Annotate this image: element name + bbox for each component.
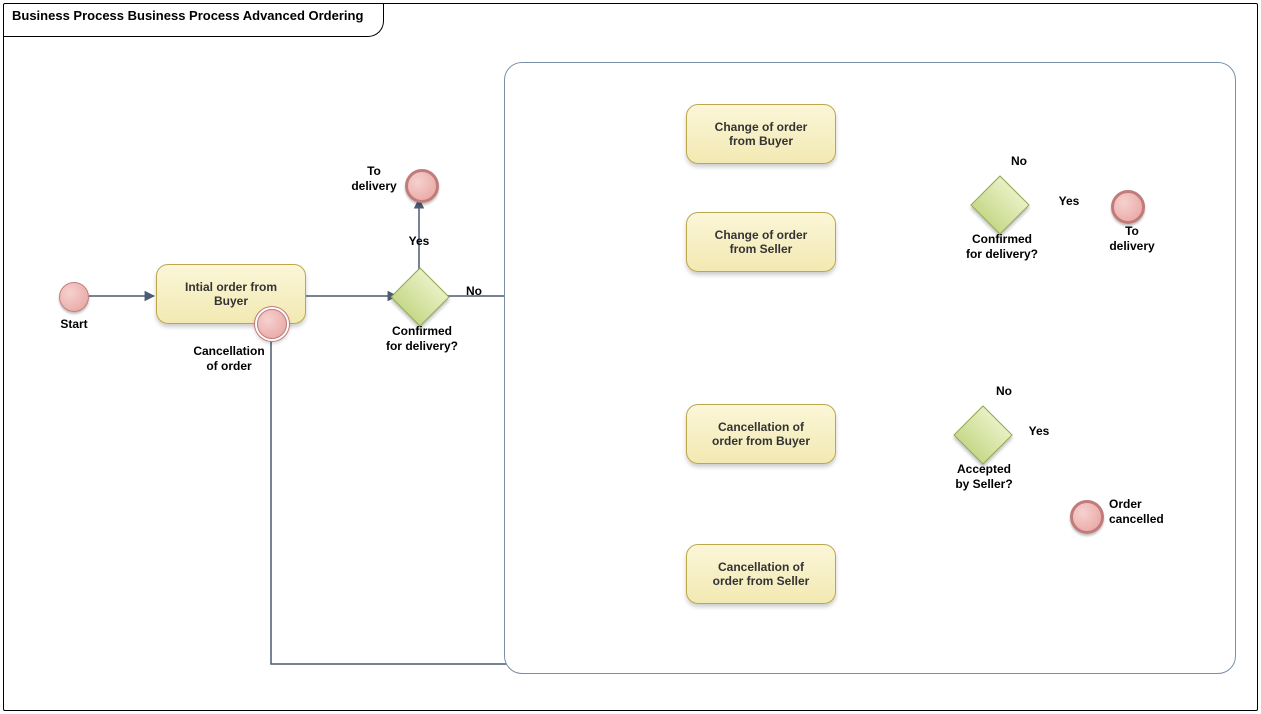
task-cancel-buyer-label: Cancellation oforder from Buyer	[712, 420, 810, 448]
flow-yes-2-label: Yes	[1054, 194, 1084, 209]
task-cancel-buyer: Cancellation oforder from Buyer	[686, 404, 836, 464]
end-event-delivery-left	[405, 169, 439, 203]
gateway-confirmed-2-label: Confirmedfor delivery?	[957, 232, 1047, 262]
gateway-confirmed-1-label: Confirmedfor delivery?	[377, 324, 467, 354]
flow-no-accept-label: No	[989, 384, 1019, 399]
task-cancel-seller: Cancellation oforder from Seller	[686, 544, 836, 604]
end-event-cancelled	[1070, 500, 1104, 534]
flow-no-2-label: No	[1004, 154, 1034, 169]
end-event-delivery-left-label: Todelivery	[344, 164, 404, 194]
task-change-buyer: Change of orderfrom Buyer	[686, 104, 836, 164]
task-cancel-seller-label: Cancellation oforder from Seller	[713, 560, 810, 588]
expanded-subprocess	[504, 62, 1236, 674]
flow-yes-accept-label: Yes	[1024, 424, 1054, 439]
end-event-delivery-right-label: Todelivery	[1102, 224, 1162, 254]
task-initial-order-label: Intial order fromBuyer	[185, 280, 277, 308]
diagram-title-text: Business Process Business Process Advanc…	[12, 8, 363, 23]
flow-no-1-label: No	[459, 284, 489, 299]
end-event-cancelled-label: Ordercancelled	[1109, 497, 1189, 527]
gateway-accepted-label: Acceptedby Seller?	[944, 462, 1024, 492]
start-label: Start	[49, 317, 99, 332]
task-change-buyer-label: Change of orderfrom Buyer	[715, 120, 808, 148]
boundary-cancel-event	[257, 309, 287, 339]
start-event	[59, 282, 89, 312]
bpmn-pool: Business Process Business Process Advanc…	[3, 3, 1258, 711]
gateway-confirmed-1	[390, 267, 449, 326]
diagram-title: Business Process Business Process Advanc…	[4, 4, 384, 37]
task-change-seller: Change of orderfrom Seller	[686, 212, 836, 272]
flow-yes-1-label: Yes	[404, 234, 434, 249]
boundary-cancel-label: Cancellationof order	[179, 344, 279, 374]
task-change-seller-label: Change of orderfrom Seller	[715, 228, 808, 256]
end-event-delivery-right	[1111, 190, 1145, 224]
